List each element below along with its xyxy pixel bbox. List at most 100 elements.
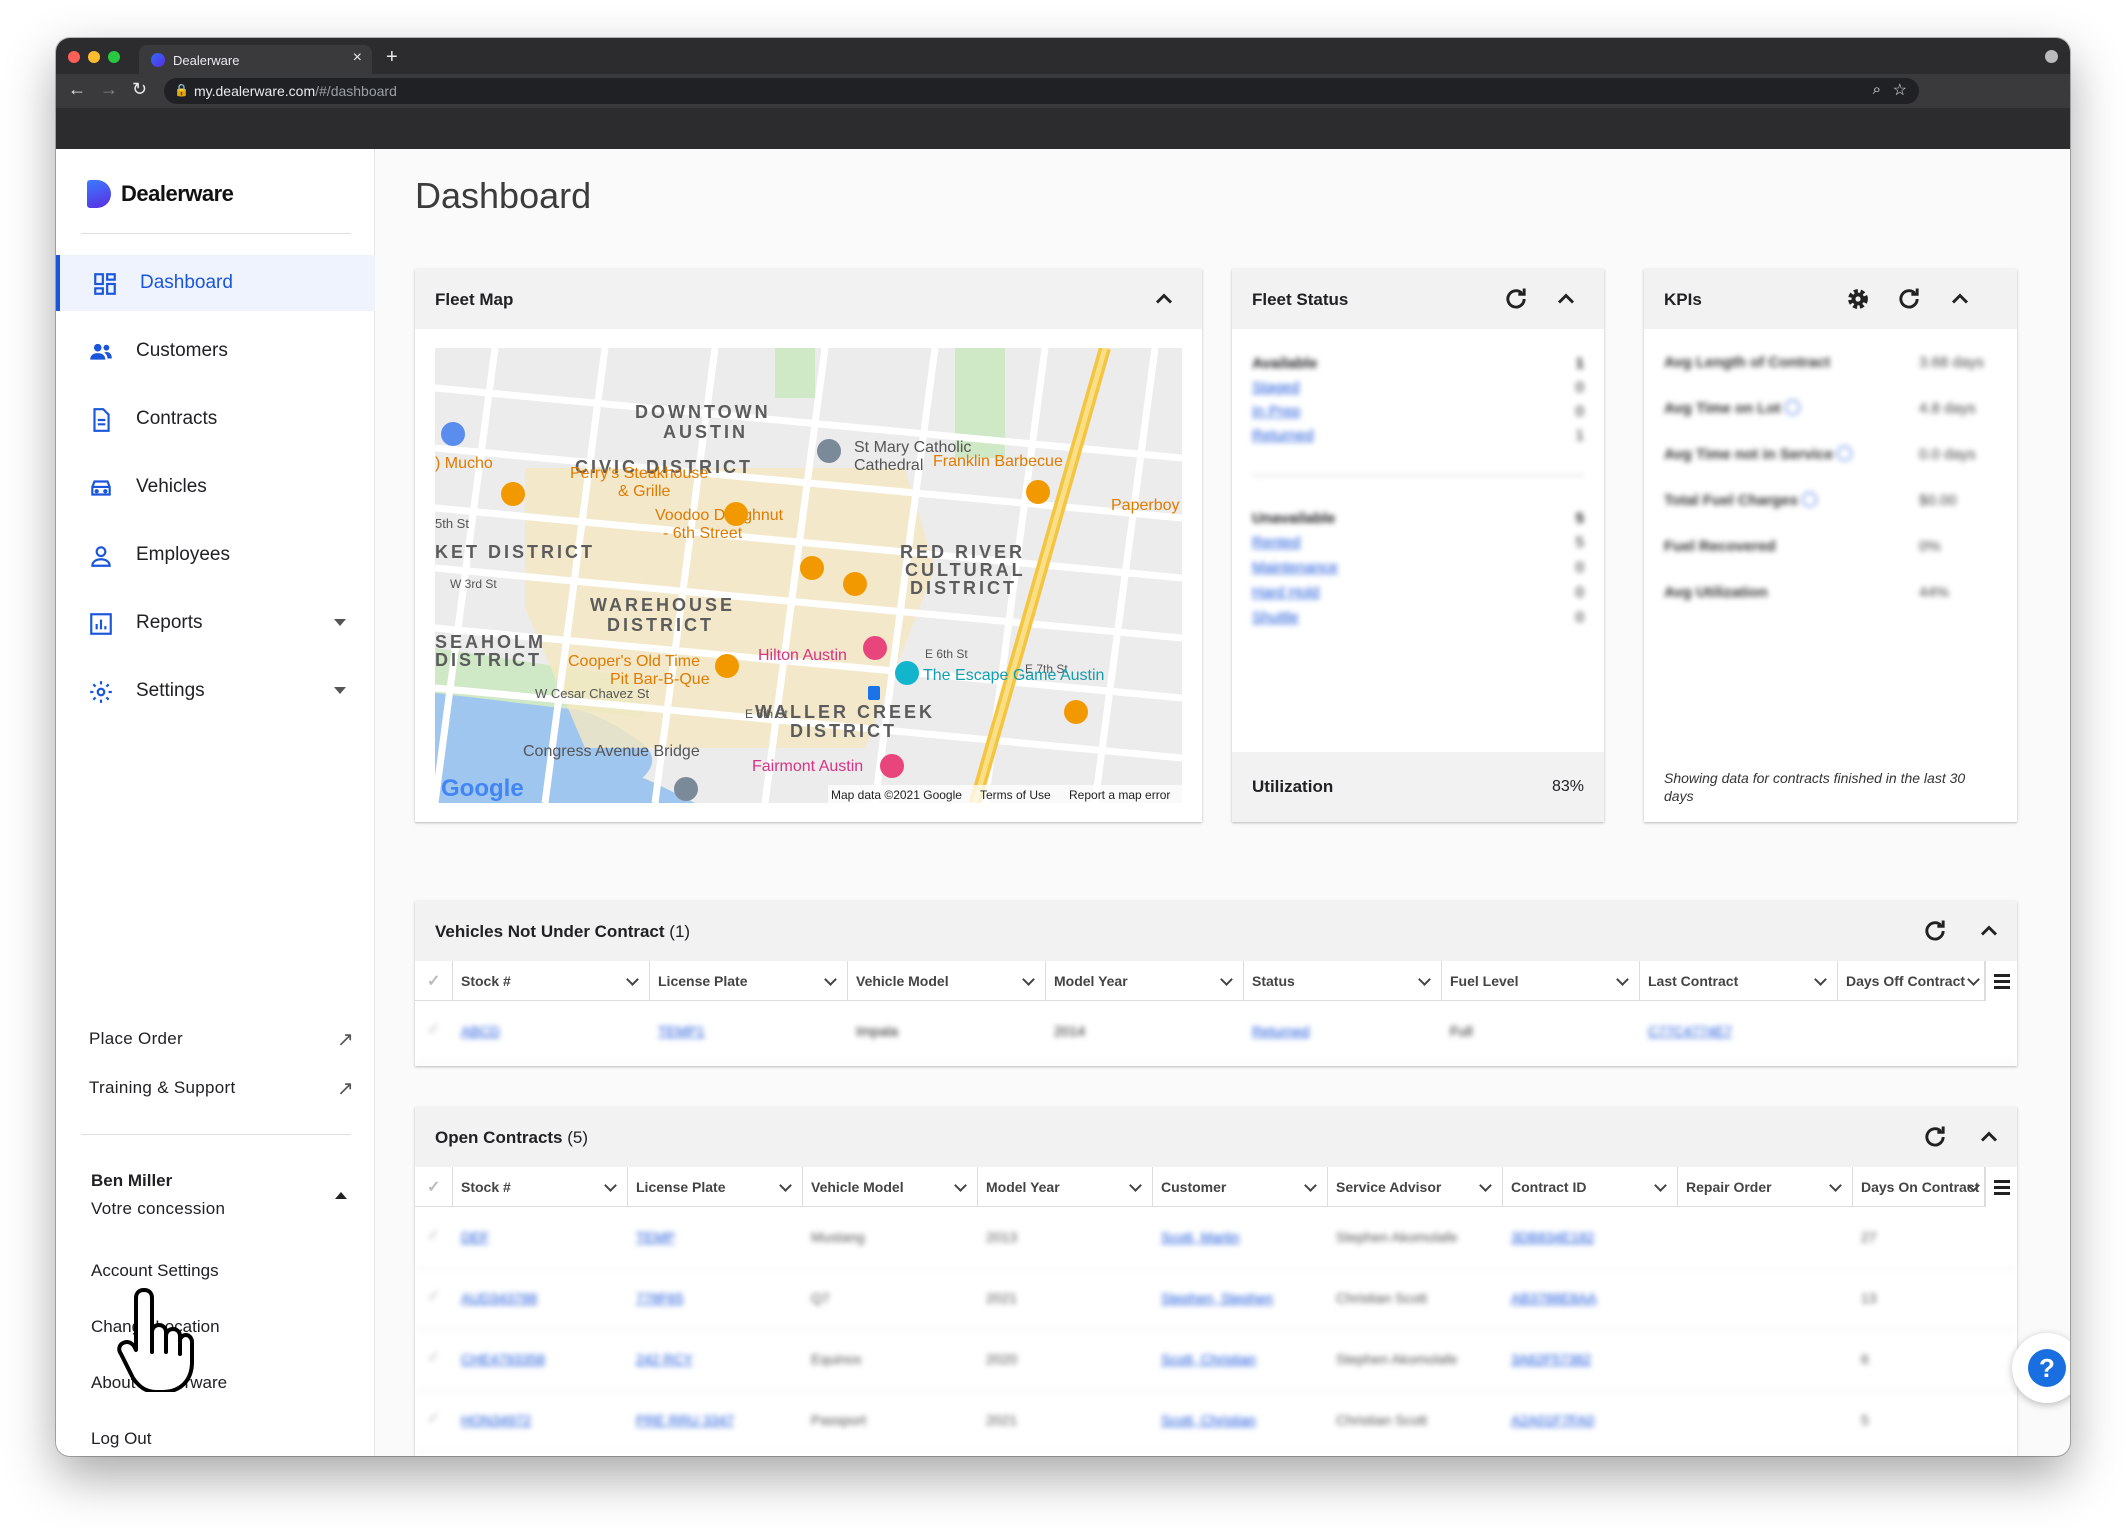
chevron-up-icon[interactable] [1975,1123,2003,1151]
table-link[interactable]: A2A01F7FA0 [1511,1412,1594,1428]
status-row-staged[interactable]: Staged 0 [1252,379,1584,401]
table-row[interactable]: ✓ CHE4793358 242 RCY Equinox 2020 Scott, Chri… [415,1329,2017,1391]
plate-link[interactable]: TEMP1 [658,1023,705,1039]
table-link[interactable]: TEMP [636,1229,675,1245]
column-header[interactable]: Model Year [1046,961,1244,1001]
table-link[interactable]: Scott, Christian [1161,1412,1256,1428]
address-bar[interactable]: 🔒 my.dealerware.com/#/dashboard ⌕ ☆ [164,78,1919,104]
bookmark-star-icon[interactable]: ☆ [1893,80,1907,100]
fleet-map[interactable]: DOWNTOWN AUSTIN CIVIC DISTRICT KET DISTR… [435,348,1182,803]
reload-icon[interactable]: ↻ [132,79,147,100]
column-header[interactable]: License Plate [628,1167,803,1207]
sidebar-item-customers[interactable]: Customers [56,323,375,379]
refresh-icon[interactable] [1895,285,1923,313]
logo[interactable]: Dealerware [87,179,234,209]
column-header[interactable]: Fuel Level [1442,961,1640,1001]
minimize-window-button[interactable] [88,51,100,63]
status-link[interactable]: Shuttle [1252,609,1299,626]
landmark-pin-icon[interactable] [674,777,698,801]
table-row[interactable]: ✓ DEF TEMP Mustang 2013 Scott, Martin Stephen … [415,1207,2017,1269]
column-header[interactable]: Repair Order [1678,1167,1853,1207]
table-link[interactable]: HON34972 [461,1412,531,1428]
column-header[interactable]: Model Year [978,1167,1153,1207]
log-out-item[interactable]: Log Out [91,1429,152,1449]
status-row-shuttle[interactable]: Shuttle 0 [1252,609,1584,631]
chevron-up-icon[interactable] [1975,917,2003,945]
account-settings-item[interactable]: Account Settings [91,1261,219,1281]
status-row-in-prep[interactable]: In Prep 0 [1252,403,1584,425]
gear-icon[interactable] [1844,285,1872,313]
table-link[interactable]: 242 RCY [636,1351,693,1367]
sidebar-item-settings[interactable]: Settings [56,663,375,719]
sidebar-item-contracts[interactable]: Contracts [56,391,375,447]
column-header[interactable]: Vehicle Model [803,1167,978,1207]
table-row[interactable]: ✓ AUD343788 778F65 Q7 2021 Stephen, Stephen Ch… [415,1268,2017,1330]
new-tab-button[interactable]: + [386,46,398,69]
table-link[interactable]: 3A62F57382 [1511,1351,1591,1367]
sidebar-item-dashboard[interactable]: Dashboard [56,255,375,311]
place-order-link[interactable]: Place Order ↗ [89,1029,354,1051]
refresh-icon[interactable] [1921,917,1949,945]
chevron-down-icon[interactable] [334,687,346,694]
row-checkbox[interactable]: ✓ [427,1347,440,1367]
status-link[interactable]: In Prep [1252,403,1300,420]
status-link[interactable]: Staged [1252,379,1300,396]
status-link[interactable]: Rented [1252,534,1300,551]
table-link[interactable]: AB3788E8AA [1511,1290,1597,1306]
column-menu-button[interactable] [1985,961,2017,1001]
row-checkbox[interactable]: ✓ [427,1286,440,1306]
table-link[interactable]: 778F65 [636,1290,683,1306]
sidebar-item-reports[interactable]: Reports [56,595,375,651]
status-link[interactable]: Hard Hold [1252,584,1320,601]
maximize-window-button[interactable] [108,51,120,63]
status-row-rented[interactable]: Rented 5 [1252,534,1584,556]
chevron-up-icon[interactable] [335,1192,347,1199]
table-link[interactable]: Scott, Christian [1161,1351,1256,1367]
info-icon[interactable] [1837,446,1853,461]
sidebar-item-employees[interactable]: Employees [56,527,375,583]
column-header[interactable]: Customer [1153,1167,1328,1207]
forward-icon[interactable]: → [100,79,118,100]
attraction-pin-icon[interactable] [895,661,919,685]
table-link[interactable]: CHE4793358 [461,1351,545,1367]
browser-tab[interactable]: Dealerware × [139,45,372,74]
column-header[interactable]: Stock # [453,1167,628,1207]
terms-of-use-link[interactable]: Terms of Use [980,788,1051,802]
column-header[interactable]: Last Contract [1640,961,1838,1001]
table-row[interactable]: ✓ ABCD TEMP1 Impala 2014 Returned Full C… [415,1001,2017,1063]
chevron-up-icon[interactable] [1552,285,1580,313]
row-checkbox[interactable]: ✓ [427,1408,440,1428]
select-all-checkbox[interactable]: ✓ [415,961,453,1001]
chevron-down-icon[interactable] [334,619,346,626]
column-header[interactable]: Stock # [453,961,650,1001]
profile-icon[interactable] [2045,50,2058,63]
info-icon[interactable] [1801,492,1817,507]
training-support-link[interactable]: Training & Support ↗ [89,1078,354,1100]
column-header[interactable]: Days On Contract [1853,1167,1985,1207]
column-header[interactable]: Vehicle Model [848,961,1046,1001]
contract-link[interactable]: C77C4774E7 [1648,1023,1732,1039]
shopping-pin-icon[interactable] [441,422,465,446]
column-header[interactable]: Service Advisor [1328,1167,1503,1207]
status-row-maintenance[interactable]: Maintenance 0 [1252,559,1584,581]
table-link[interactable]: 3DB834E182 [1511,1229,1594,1245]
column-header[interactable]: Status [1244,961,1442,1001]
status-link[interactable]: Maintenance [1252,559,1338,576]
row-checkbox[interactable]: ✓ [427,1225,440,1245]
church-pin-icon[interactable] [817,439,841,463]
table-link[interactable]: DEF [461,1229,489,1245]
refresh-icon[interactable] [1502,285,1530,313]
chevron-up-icon[interactable] [1150,285,1178,313]
stock-link[interactable]: ABCD [461,1023,500,1039]
status-link[interactable]: Returned [1252,427,1314,444]
column-header[interactable]: Contract ID [1503,1167,1678,1207]
select-all-checkbox[interactable]: ✓ [415,1167,453,1207]
status-link[interactable]: Returned [1252,1023,1310,1039]
table-link[interactable]: Scott, Martin [1161,1229,1240,1245]
column-header[interactable]: Days Off Contract [1838,961,1985,1001]
status-row-hard-hold[interactable]: Hard Hold 0 [1252,584,1584,606]
column-header[interactable]: License Plate [650,961,848,1001]
zoom-icon[interactable]: ⌕ [1873,81,1881,98]
close-window-button[interactable] [68,51,80,63]
table-row[interactable]: ✓ HON34972 PRE RRU 3347 Passport 2021 Scott, … [415,1390,2017,1452]
